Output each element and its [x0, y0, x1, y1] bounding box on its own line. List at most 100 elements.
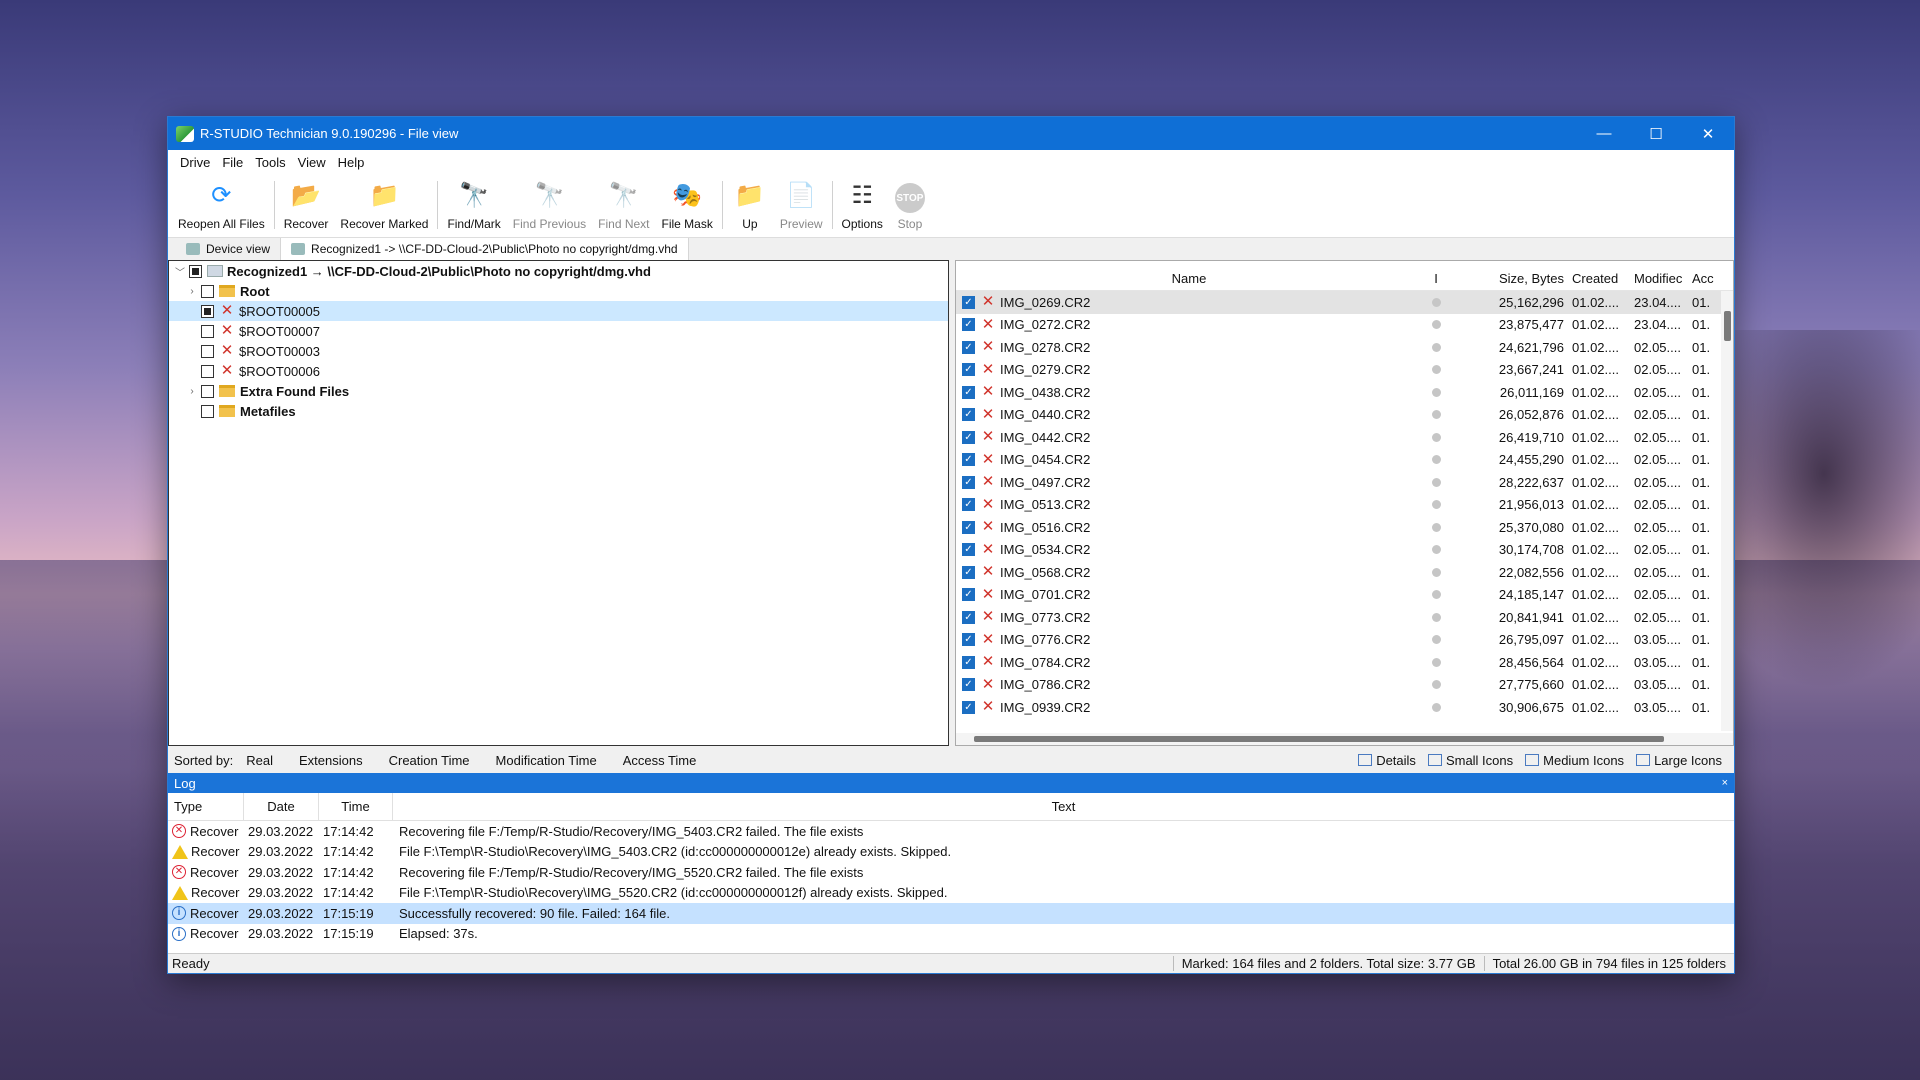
col-size-header[interactable]: Size, Bytes [1446, 271, 1568, 286]
file-checkbox[interactable]: ✓ [962, 318, 975, 332]
file-row[interactable]: ✓ ✕ IMG_0776.CR2 26,795,097 01.02.... 03.05..… [956, 629, 1733, 652]
log-row[interactable]: i Recover 29.03.2022 17:15:19 Elapsed: 37s. [168, 924, 1734, 945]
log-row[interactable]: i Recover 29.03.2022 17:15:19 Successfully r… [168, 903, 1734, 924]
tree-node[interactable]: Metafiles [169, 401, 948, 421]
menu-drive[interactable]: Drive [174, 155, 216, 170]
toolbar-find-mark-button[interactable]: 🔭 Find/Mark [441, 173, 506, 237]
tree-checkbox[interactable] [201, 304, 214, 318]
expander-icon[interactable]: › [185, 286, 199, 297]
file-row[interactable]: ✓ ✕ IMG_0269.CR2 25,162,296 01.02.... 23.04..… [956, 291, 1733, 314]
log-col-type-header[interactable]: Type [168, 792, 244, 821]
tab-device-view[interactable]: Device view [176, 238, 282, 260]
tree-node[interactable]: ✕ $ROOT00006 [169, 361, 948, 381]
col-name-header[interactable]: Name [956, 271, 1426, 286]
file-checkbox[interactable]: ✓ [962, 498, 975, 512]
toolbar-stop-button[interactable]: STOP Stop [889, 173, 931, 237]
tree-checkbox[interactable] [201, 344, 214, 358]
toolbar-recover-marked-button[interactable]: 📁 Recover Marked [334, 173, 434, 237]
toolbar-file-mask-button[interactable]: 🎭 File Mask [656, 173, 719, 237]
file-checkbox[interactable]: ✓ [962, 588, 975, 602]
title-bar[interactable]: R-STUDIO Technician 9.0.190296 - File vi… [168, 117, 1734, 150]
tree-checkbox[interactable] [189, 264, 202, 278]
tree-checkbox[interactable] [201, 284, 214, 298]
menu-tools[interactable]: Tools [249, 155, 291, 170]
log-row[interactable]: ✕ Recover 29.03.2022 17:14:42 Recovering fil… [168, 821, 1734, 842]
file-checkbox[interactable]: ✓ [962, 430, 975, 444]
file-row[interactable]: ✓ ✕ IMG_0513.CR2 21,956,013 01.02.... 02.05..… [956, 494, 1733, 517]
maximize-button[interactable]: ☐ [1630, 117, 1682, 150]
file-row[interactable]: ✓ ✕ IMG_0497.CR2 28,222,637 01.02.... 02.05..… [956, 471, 1733, 494]
file-row[interactable]: ✓ ✕ IMG_0784.CR2 28,456,564 01.02.... 03.05..… [956, 651, 1733, 674]
log-col-time-header[interactable]: Time [319, 792, 393, 821]
file-checkbox[interactable]: ✓ [962, 565, 975, 579]
file-row[interactable]: ✓ ✕ IMG_0773.CR2 20,841,941 01.02.... 02.05..… [956, 606, 1733, 629]
view-small-icons-button[interactable]: Small Icons [1422, 753, 1519, 768]
horizontal-scrollbar[interactable] [956, 733, 1733, 745]
sort-real[interactable]: Real [233, 753, 286, 768]
col-modified-header[interactable]: Modifiec [1630, 271, 1688, 286]
toolbar-recover-button[interactable]: 📂 Recover [278, 173, 335, 237]
file-list[interactable]: Name I Size, Bytes Created Modifiec Acc ✓ ✕ IMG… [955, 260, 1734, 746]
file-checkbox[interactable]: ✓ [962, 408, 975, 422]
file-row[interactable]: ✓ ✕ IMG_0939.CR2 30,906,675 01.02.... 03.05..… [956, 696, 1733, 719]
file-row[interactable]: ✓ ✕ IMG_0568.CR2 22,082,556 01.02.... 02.05..… [956, 561, 1733, 584]
close-button[interactable]: ✕ [1682, 117, 1734, 150]
file-row[interactable]: ✓ ✕ IMG_0516.CR2 25,370,080 01.02.... 02.05..… [956, 516, 1733, 539]
sort-access-time[interactable]: Access Time [610, 753, 710, 768]
file-checkbox[interactable]: ✓ [962, 295, 975, 309]
file-checkbox[interactable]: ✓ [962, 340, 975, 354]
vertical-scrollbar[interactable] [1721, 291, 1733, 731]
file-checkbox[interactable]: ✓ [962, 678, 975, 692]
menu-help[interactable]: Help [332, 155, 371, 170]
tree-node[interactable]: ﹀ Recognized1 → \\CF-DD-Cloud-2\Public\Ph… [169, 261, 948, 281]
log-col-date-header[interactable]: Date [244, 792, 319, 821]
log-row[interactable]: Recover 29.03.2022 17:14:42 File F:\Temp\R-… [168, 883, 1734, 904]
minimize-button[interactable]: — [1578, 117, 1630, 150]
file-checkbox[interactable]: ✓ [962, 543, 975, 557]
file-checkbox[interactable]: ✓ [962, 610, 975, 624]
tree-node[interactable]: ✕ $ROOT00007 [169, 321, 948, 341]
tree-checkbox[interactable] [201, 364, 214, 378]
file-checkbox[interactable]: ✓ [962, 700, 975, 714]
menu-view[interactable]: View [292, 155, 332, 170]
toolbar-preview-button[interactable]: 📄 Preview [774, 173, 829, 237]
view-large-icons-button[interactable]: Large Icons [1630, 753, 1728, 768]
expander-icon[interactable]: ﹀ [173, 264, 187, 279]
tree-checkbox[interactable] [201, 324, 214, 338]
file-checkbox[interactable]: ✓ [962, 385, 975, 399]
sort-extensions[interactable]: Extensions [286, 753, 376, 768]
toolbar-find-previous-button[interactable]: 🔭 Find Previous [507, 173, 592, 237]
file-row[interactable]: ✓ ✕ IMG_0278.CR2 24,621,796 01.02.... 02.05..… [956, 336, 1733, 359]
col-accessed-header[interactable]: Acc [1688, 271, 1714, 286]
file-row[interactable]: ✓ ✕ IMG_0438.CR2 26,011,169 01.02.... 02.05..… [956, 381, 1733, 404]
tab-recognized1[interactable]: Recognized1 -> \\CF-DD-Cloud-2\Public\Ph… [281, 238, 689, 260]
file-checkbox[interactable]: ✓ [962, 363, 975, 377]
toolbar-reopen-all-files-button[interactable]: ⟳ Reopen All Files [172, 173, 271, 237]
toolbar-up-button[interactable]: 📁 Up [726, 173, 774, 237]
tree-node[interactable]: ✕ $ROOT00003 [169, 341, 948, 361]
file-row[interactable]: ✓ ✕ IMG_0786.CR2 27,775,660 01.02.... 03.05..… [956, 674, 1733, 697]
tree-node[interactable]: › Root [169, 281, 948, 301]
file-checkbox[interactable]: ✓ [962, 453, 975, 467]
file-row[interactable]: ✓ ✕ IMG_0442.CR2 26,419,710 01.02.... 02.05..… [956, 426, 1733, 449]
file-checkbox[interactable]: ✓ [962, 520, 975, 534]
file-checkbox[interactable]: ✓ [962, 633, 975, 647]
tree-node[interactable]: › Extra Found Files [169, 381, 948, 401]
tree-checkbox[interactable] [201, 384, 214, 398]
file-row[interactable]: ✓ ✕ IMG_0440.CR2 26,052,876 01.02.... 02.05..… [956, 404, 1733, 427]
toolbar-options-button[interactable]: ☷ Options [836, 173, 889, 237]
log-row[interactable]: Recover 29.03.2022 17:14:42 File F:\Temp\R-… [168, 842, 1734, 863]
log-close-icon[interactable]: × [1722, 777, 1734, 789]
file-row[interactable]: ✓ ✕ IMG_0279.CR2 23,667,241 01.02.... 02.05..… [956, 359, 1733, 382]
file-row[interactable]: ✓ ✕ IMG_0701.CR2 24,185,147 01.02.... 02.05..… [956, 584, 1733, 607]
file-row[interactable]: ✓ ✕ IMG_0534.CR2 30,174,708 01.02.... 02.05..… [956, 539, 1733, 562]
toolbar-find-next-button[interactable]: 🔭 Find Next [592, 173, 655, 237]
log-col-text-header[interactable]: Text [393, 793, 1734, 821]
expander-icon[interactable]: › [185, 386, 199, 397]
file-row[interactable]: ✓ ✕ IMG_0272.CR2 23,875,477 01.02.... 23.04..… [956, 314, 1733, 337]
file-checkbox[interactable]: ✓ [962, 475, 975, 489]
col-created-header[interactable]: Created [1568, 271, 1630, 286]
vertical-scroll-thumb[interactable] [1724, 311, 1731, 341]
sort-creation-time[interactable]: Creation Time [376, 753, 483, 768]
sort-modification-time[interactable]: Modification Time [483, 753, 610, 768]
